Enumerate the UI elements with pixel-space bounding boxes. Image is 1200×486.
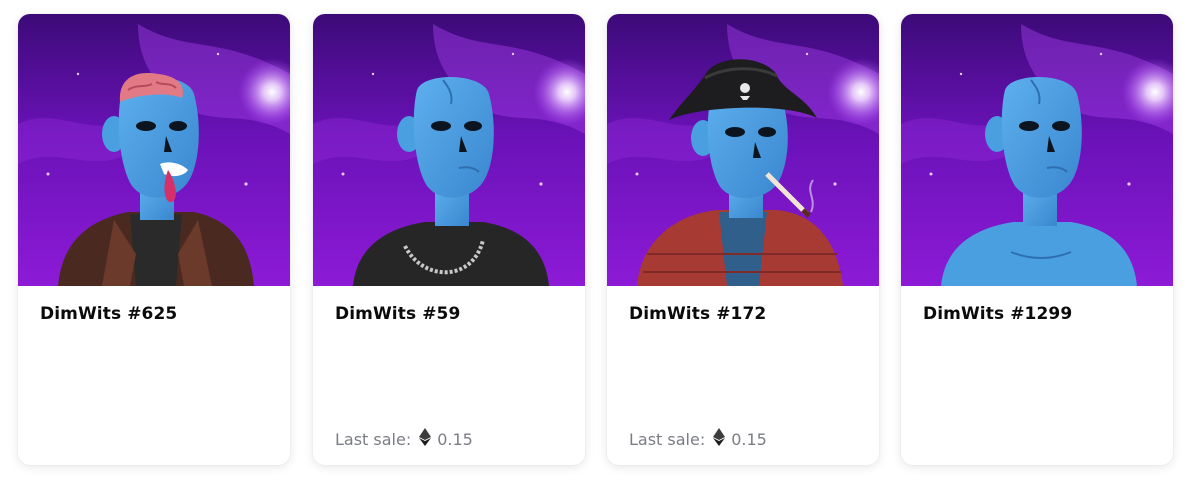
- nft-card-grid: DimWits #625 DimWits #59 Last sale: 0.15…: [0, 0, 1200, 486]
- ethereum-icon: [419, 428, 432, 450]
- last-sale: Last sale: 0.15: [335, 428, 473, 450]
- nft-title[interactable]: DimWits #625: [40, 304, 177, 324]
- nft-title[interactable]: DimWits #1299: [923, 304, 1072, 324]
- ethereum-icon: [713, 428, 726, 450]
- last-sale: Last sale: 0.15: [629, 428, 767, 450]
- nft-card[interactable]: DimWits #625: [18, 14, 290, 465]
- nft-artwork-image[interactable]: [313, 14, 585, 286]
- nft-title[interactable]: DimWits #59: [335, 304, 460, 324]
- last-sale-price: 0.15: [437, 429, 473, 449]
- nft-artwork-image[interactable]: [901, 14, 1173, 286]
- nft-card[interactable]: DimWits #172 Last sale: 0.15: [607, 14, 879, 465]
- nft-artwork-image[interactable]: [18, 14, 290, 286]
- last-sale-price: 0.15: [731, 429, 767, 449]
- nft-card[interactable]: DimWits #59 Last sale: 0.15: [313, 14, 585, 465]
- nft-title[interactable]: DimWits #172: [629, 304, 766, 324]
- last-sale-label: Last sale:: [629, 429, 706, 449]
- nft-artwork-image[interactable]: [607, 14, 879, 286]
- last-sale-label: Last sale:: [335, 429, 412, 449]
- nft-card[interactable]: DimWits #1299: [901, 14, 1173, 465]
